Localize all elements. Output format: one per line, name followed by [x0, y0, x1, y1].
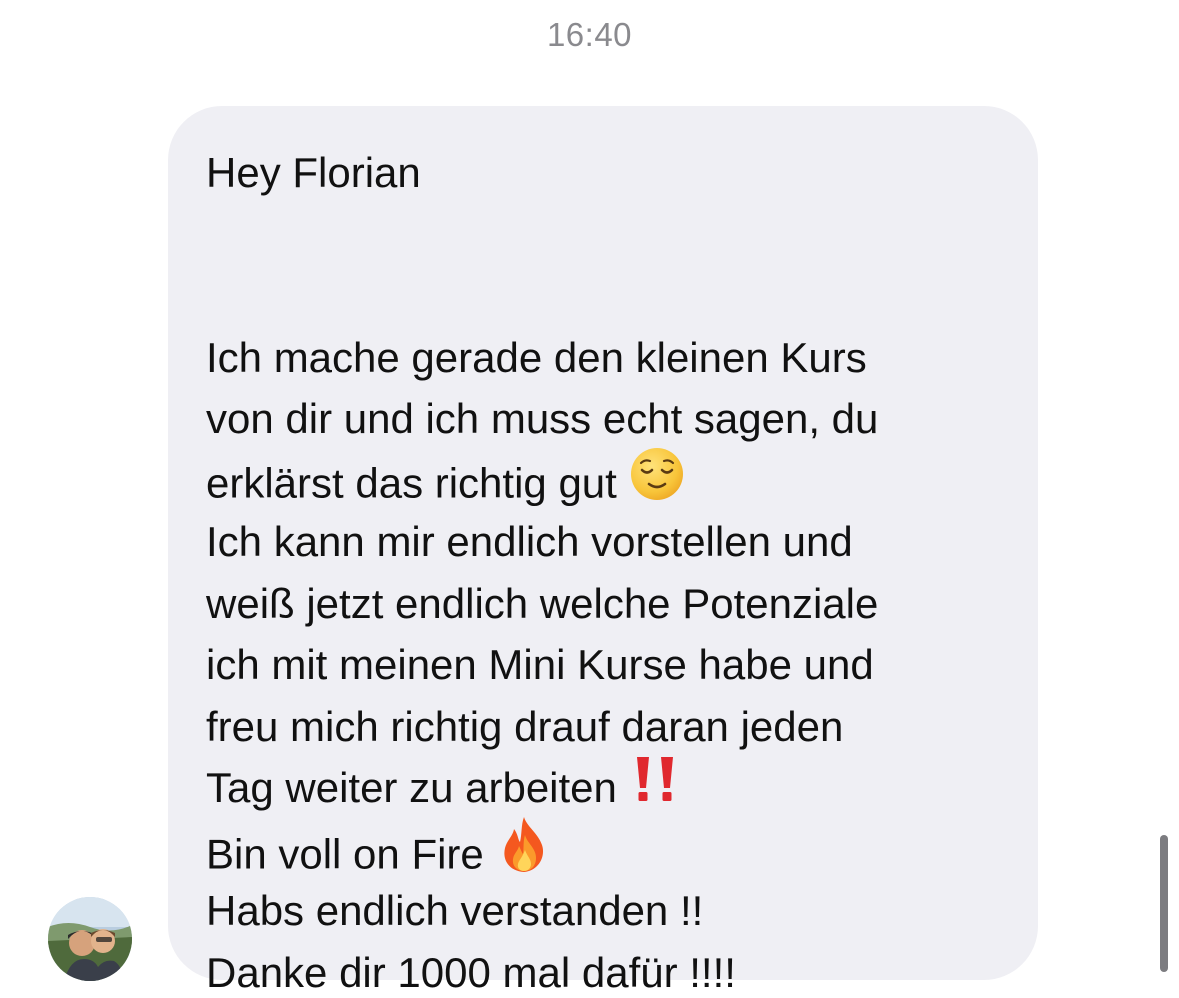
message-line-with-emoji: erklärst das richtig gut	[206, 447, 1008, 512]
message-line: Hey Florian	[206, 149, 421, 196]
message-line-with-emoji: Bin voll on Fire	[206, 816, 1008, 881]
received-message-bubble[interactable]: Hey Florian Ich mache gerade den kleinen…	[168, 106, 1038, 996]
double-exclamation-icon	[629, 754, 683, 821]
message-line-text: Tag weiter zu arbeiten	[206, 764, 617, 811]
message-timestamp: 16:40	[546, 16, 633, 53]
message-line: von dir und ich muss echt sagen, du	[206, 395, 879, 442]
message-text: Hey Florian Ich mache gerade den kleinen…	[206, 142, 1008, 998]
message-line: freu mich richtig drauf daran jeden	[206, 702, 844, 750]
avatar-photo	[48, 897, 132, 981]
sender-avatar[interactable]	[48, 897, 132, 981]
message-line-with-emoji: Tag weiter zu arbeiten	[206, 754, 1008, 821]
fire-icon	[496, 815, 552, 892]
message-line: ich mit meinen Mini Kurse habe und	[206, 641, 874, 688]
message-line: Ich mache gerade den kleinen Kurs	[206, 333, 867, 381]
relieved-face-icon	[629, 446, 685, 519]
message-line: Ich kann mir endlich vorstellen und	[206, 518, 853, 565]
message-line: weiß jetzt endlich welche Potenziale	[206, 579, 879, 627]
chat-screen: 16:40 Hey Florian Ich mache gerade den k…	[0, 0, 1179, 998]
message-line: Danke dir 1000 mal dafür !!!!	[206, 948, 736, 996]
vertical-scrollbar[interactable]	[1160, 835, 1168, 972]
message-line: Habs endlich verstanden !!	[206, 887, 704, 934]
message-line-text: erklärst das richtig gut	[206, 458, 617, 506]
message-line-text: Bin voll on Fire	[206, 829, 484, 877]
